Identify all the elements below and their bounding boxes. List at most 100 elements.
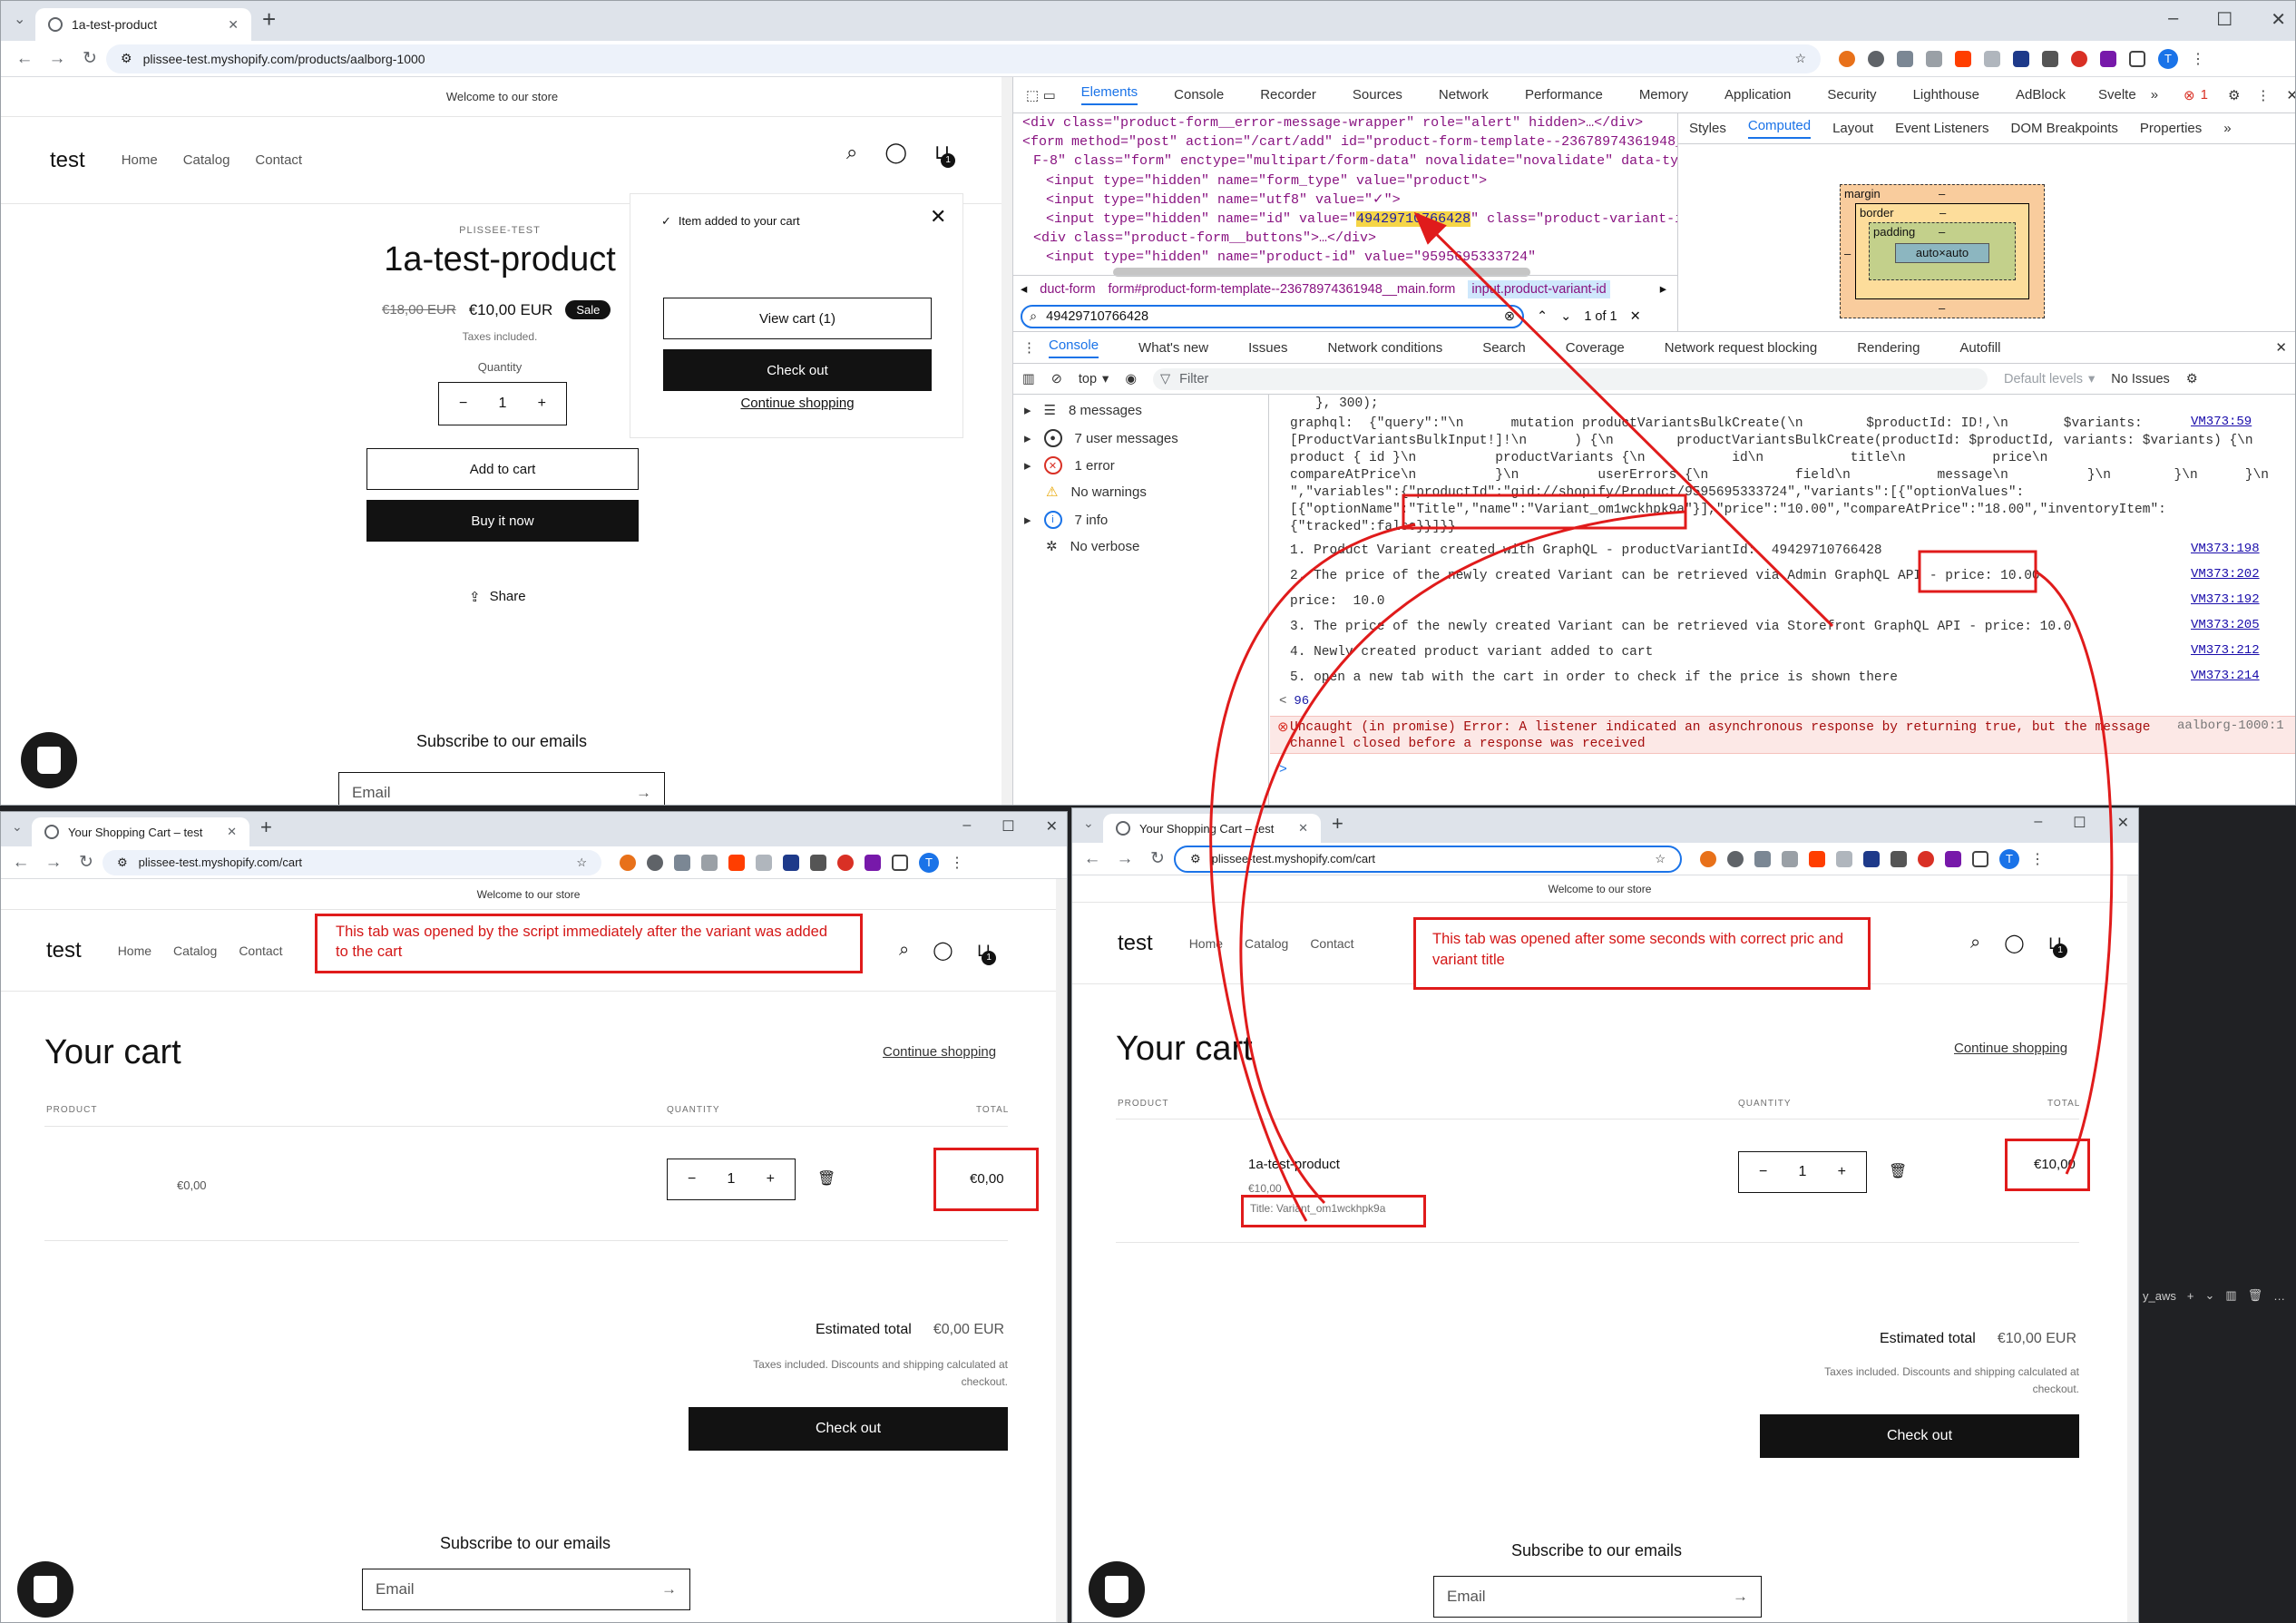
devtools-tab-console[interactable]: Console	[1174, 87, 1224, 103]
page-scrollbar[interactable]	[1056, 879, 1067, 1622]
url-bar[interactable]: ⚙ plissee-test.myshopify.com/cart ☆	[1174, 845, 1682, 873]
tab-cart[interactable]: Your Shopping Cart – test ✕	[1103, 814, 1321, 843]
devtools-tab-application[interactable]: Application	[1724, 87, 1791, 103]
extension-icon[interactable]	[1863, 850, 1880, 867]
html-line[interactable]: F-8" class="form" enctype="multipart/for…	[1033, 152, 1677, 171]
store-logo[interactable]: test	[46, 938, 82, 963]
add-terminal-icon[interactable]: +	[2187, 1289, 2194, 1303]
extension-icon[interactable]	[2042, 50, 2058, 67]
email-input[interactable]: Email →	[1433, 1576, 1762, 1618]
url-bar[interactable]: ⚙ plissee-test.myshopify.com/cart ☆	[103, 849, 601, 875]
page-scrollbar[interactable]	[1001, 77, 1012, 805]
extension-icon[interactable]	[1727, 850, 1744, 867]
extension-icon[interactable]	[783, 854, 799, 871]
tab-styles[interactable]: Styles	[1689, 121, 1726, 136]
extension-icon[interactable]	[701, 854, 718, 871]
search-next-icon[interactable]: ⌄	[1560, 309, 1571, 324]
devtools-menu-icon[interactable]: ⋮	[2256, 87, 2270, 103]
cart-icon[interactable]: ⊔ 1	[2048, 932, 2068, 958]
plus-icon[interactable]: +	[1838, 1164, 1846, 1180]
tab-properties[interactable]: Properties	[2140, 121, 2202, 136]
search-icon[interactable]: ⌕	[846, 141, 857, 164]
source-link[interactable]: VM373:59	[2191, 415, 2252, 429]
site-info-icon[interactable]: ⚙	[121, 51, 132, 66]
nav-home[interactable]: Home	[122, 152, 158, 168]
tab-search-icon[interactable]: ⌄	[1083, 816, 1094, 831]
breadcrumb-item[interactable]: form#product-form-template--236789743619…	[1109, 282, 1456, 297]
checkout-button[interactable]: Check out	[689, 1407, 1008, 1451]
account-icon[interactable]: ◯	[2004, 932, 2024, 954]
arrow-right-icon[interactable]: →	[636, 784, 651, 802]
maximize-icon[interactable]: ☐	[2216, 8, 2232, 31]
close-window-icon[interactable]: ✕	[2117, 814, 2129, 832]
context-selector[interactable]: top ▾	[1079, 372, 1109, 386]
continue-shopping-link[interactable]: Continue shopping	[663, 396, 932, 411]
extension-icon[interactable]	[1700, 850, 1716, 867]
sidebar-verbose[interactable]: ✲ No verbose	[1024, 538, 1139, 555]
minimize-icon[interactable]: –	[2168, 8, 2178, 31]
drawer-tab-network-conditions[interactable]: Network conditions	[1327, 340, 1442, 356]
minus-icon[interactable]: −	[1759, 1164, 1767, 1180]
search-icon[interactable]: ⌕	[1970, 933, 1980, 953]
extension-icon[interactable]	[1926, 50, 1942, 67]
minus-icon[interactable]: −	[459, 396, 467, 412]
devtools-tab-performance[interactable]: Performance	[1525, 87, 1603, 103]
store-logo[interactable]: test	[50, 148, 85, 173]
search-icon[interactable]: ⌕	[899, 940, 909, 961]
source-link[interactable]: VM373:202	[2191, 567, 2260, 582]
bookmark-star-icon[interactable]: ☆	[1655, 852, 1666, 866]
breadcrumb-item-selected[interactable]: input.product-variant-id	[1468, 279, 1610, 298]
console-settings-icon[interactable]: ⚙	[2186, 372, 2198, 386]
tab-computed[interactable]: Computed	[1747, 118, 1812, 139]
extension-icon[interactable]	[2071, 50, 2087, 67]
checkout-button[interactable]: Check out	[1760, 1414, 2079, 1458]
quantity-stepper[interactable]: − 1 +	[438, 382, 567, 425]
settings-icon[interactable]: ⚙	[2228, 87, 2240, 103]
dropdown-arrow-icon[interactable]: ⌄	[2204, 1288, 2214, 1303]
issues-count[interactable]: No Issues	[2111, 372, 2169, 386]
site-info-icon[interactable]: ⚙	[117, 855, 128, 870]
maximize-icon[interactable]: ☐	[1001, 817, 1014, 836]
menu-icon[interactable]: ⋮	[2030, 850, 2045, 868]
sidebar-info[interactable]: ▸ i 7 info	[1024, 511, 1108, 529]
source-link[interactable]: VM373:192	[2191, 592, 2260, 607]
tab-dom-breakpoints[interactable]: DOM Breakpoints	[2011, 121, 2118, 136]
cart-icon[interactable]: ⊔ 1	[934, 141, 956, 168]
drawer-tab-rendering[interactable]: Rendering	[1857, 340, 1920, 356]
back-icon[interactable]: ←	[8, 49, 41, 69]
devtools-tab-network[interactable]: Network	[1439, 87, 1489, 103]
devtools-close-icon[interactable]: ✕	[2286, 87, 2295, 103]
share-button[interactable]: ⇪ Share	[469, 589, 526, 605]
puzzle-icon[interactable]	[1972, 850, 1988, 867]
extension-icon[interactable]	[1897, 50, 1913, 67]
nav-home[interactable]: Home	[1189, 936, 1223, 951]
shopify-badge-icon[interactable]	[1089, 1561, 1145, 1618]
tab-event-listeners[interactable]: Event Listeners	[1895, 121, 1988, 136]
back-icon[interactable]: ←	[5, 853, 37, 873]
more-tabs-icon[interactable]: »	[2223, 121, 2231, 136]
device-toolbar-icon[interactable]: ▭	[1043, 87, 1063, 103]
site-info-icon[interactable]: ⚙	[1190, 852, 1201, 866]
tab-cart[interactable]: Your Shopping Cart – test ✕	[32, 817, 249, 846]
store-logo[interactable]: test	[1118, 931, 1153, 956]
tab-search-icon[interactable]: ⌄	[14, 10, 25, 28]
extension-icon[interactable]	[756, 854, 772, 871]
account-icon[interactable]: ◯	[933, 939, 953, 962]
email-input[interactable]: Email →	[362, 1569, 690, 1610]
extension-icon[interactable]	[674, 854, 690, 871]
plus-icon[interactable]: +	[767, 1171, 775, 1188]
devtools-tab-svelte[interactable]: Svelte	[2098, 87, 2136, 103]
sidebar-messages[interactable]: ▸ ☰ 8 messages	[1024, 402, 1142, 419]
profile-avatar[interactable]: T	[2158, 48, 2178, 69]
quantity-stepper[interactable]: − 1 +	[667, 1159, 796, 1200]
sidebar-user-messages[interactable]: ▸ ● 7 user messages	[1024, 429, 1178, 447]
quantity-stepper[interactable]: − 1 +	[1738, 1151, 1867, 1193]
error-indicator[interactable]: ⊗ 1	[2184, 87, 2208, 103]
devtools-tab-memory[interactable]: Memory	[1639, 87, 1688, 103]
nav-contact[interactable]: Contact	[239, 943, 282, 958]
drawer-tab-autofill[interactable]: Autofill	[1959, 340, 2000, 356]
more-tabs-icon[interactable]: »	[2151, 87, 2158, 103]
bookmark-star-icon[interactable]: ☆	[1794, 51, 1806, 66]
tab-search-icon[interactable]: ⌄	[12, 819, 23, 835]
drawer-tab-console[interactable]: Console	[1049, 337, 1099, 358]
